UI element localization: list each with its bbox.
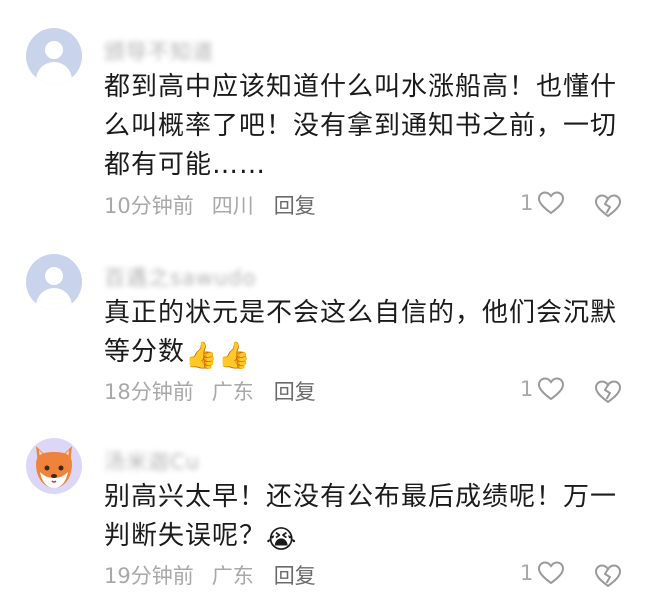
thumbs-up-icon: 👍👍 <box>185 341 252 371</box>
comment-text: 真正的状元是不会这么自信的，他们会沉默 等分数👍👍 <box>104 294 624 376</box>
like-count: 1 <box>520 377 534 401</box>
comment-meta: 19分钟前 广东 回复 <box>104 560 334 590</box>
username[interactable]: 颁导不知道 <box>104 36 214 66</box>
avatar[interactable] <box>26 438 82 494</box>
location: 广东 <box>211 564 254 588</box>
username[interactable]: 百遇之sawudo <box>104 262 256 292</box>
heart-icon <box>538 191 565 215</box>
broken-heart-icon[interactable] <box>594 193 622 219</box>
username[interactable]: 汤米迦Cu <box>104 446 200 476</box>
like-button[interactable]: 1 <box>520 560 565 586</box>
heart-icon <box>538 561 565 585</box>
like-button[interactable]: 1 <box>520 190 565 216</box>
comment-text: 都到高中应该知道什么叫水涨船高！也懂什 么叫概率了吧！没有拿到通知书之前，一切 … <box>104 72 618 180</box>
like-count: 1 <box>520 191 534 215</box>
reply-button[interactable]: 回复 <box>274 564 316 588</box>
broken-heart-icon[interactable] <box>594 379 622 405</box>
comment-text: 别高兴太早！还没有公布最后成绩呢！万一 判断失误呢？😭 <box>104 478 624 560</box>
fox-avatar-icon <box>36 446 72 488</box>
like-button[interactable]: 1 <box>520 376 565 402</box>
timestamp: 18分钟前 <box>104 380 194 404</box>
crying-face-icon: 😭 <box>266 525 298 555</box>
reply-button[interactable]: 回复 <box>274 380 316 404</box>
comment-meta: 10分钟前 四川 回复 <box>104 190 334 220</box>
location: 四川 <box>211 194 254 218</box>
default-avatar-icon <box>45 267 63 285</box>
like-count: 1 <box>520 561 534 585</box>
timestamp: 19分钟前 <box>104 564 194 588</box>
reply-button[interactable]: 回复 <box>274 194 316 218</box>
default-avatar-icon <box>45 41 63 59</box>
avatar[interactable] <box>26 28 82 84</box>
heart-icon <box>538 377 565 401</box>
comment-meta: 18分钟前 广东 回复 <box>104 376 334 406</box>
avatar[interactable] <box>26 254 82 310</box>
timestamp: 10分钟前 <box>104 194 194 218</box>
location: 广东 <box>211 380 254 404</box>
broken-heart-icon[interactable] <box>594 563 622 589</box>
